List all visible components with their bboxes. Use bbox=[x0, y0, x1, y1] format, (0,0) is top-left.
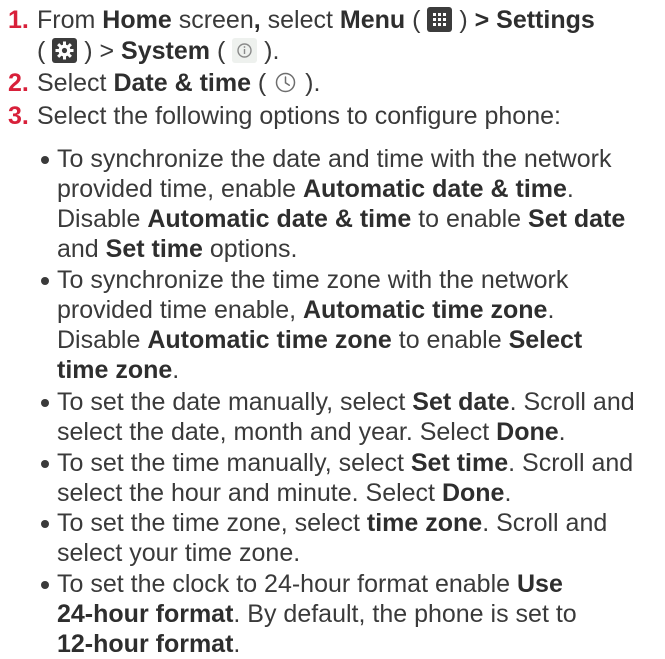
automatic-time-zone-term: Automatic time zone bbox=[147, 326, 392, 354]
item-text: Disable bbox=[57, 205, 148, 233]
set-date-term: Set date bbox=[528, 205, 626, 233]
item-line: Disable Automatic time zone to enable Se… bbox=[57, 326, 582, 355]
item-text: . Scroll and bbox=[509, 388, 635, 416]
item-text: To set the time zone, select bbox=[57, 509, 367, 537]
item-line: provided time, enable Automatic date & t… bbox=[57, 175, 574, 204]
step-text: select bbox=[260, 6, 340, 34]
step-number: 3. bbox=[8, 102, 29, 130]
item-text: To set the time manually, select bbox=[57, 449, 411, 477]
item-line: select the date, month and year. Select … bbox=[57, 418, 566, 447]
item-line: 24-hour format. By default, the phone is… bbox=[57, 600, 577, 629]
item-text: and bbox=[57, 235, 106, 263]
date-time-term: Date & time bbox=[113, 69, 251, 97]
item-text: select the hour and minute. Select bbox=[57, 479, 442, 507]
bullet-dot bbox=[41, 520, 49, 528]
item-text: to enable bbox=[391, 326, 509, 354]
item-line: time zone. bbox=[57, 356, 179, 385]
gear-icon bbox=[52, 37, 78, 63]
bullet-dot bbox=[41, 399, 49, 407]
use-24-hour-term: 24-hour format bbox=[57, 600, 234, 628]
step-text: ) > bbox=[77, 37, 122, 65]
bullet-dot bbox=[41, 277, 49, 285]
menu-term: Menu bbox=[339, 6, 406, 34]
step-text: ( bbox=[405, 6, 428, 34]
select-time-zone-term: Select bbox=[508, 326, 583, 354]
item-line: To synchronize the date and time with th… bbox=[57, 145, 612, 173]
step-number: 1. bbox=[8, 6, 29, 34]
item-line: To synchronize the time zone with the ne… bbox=[57, 266, 569, 294]
bullet-dot bbox=[41, 156, 49, 164]
automatic-date-time-term: Automatic date & time bbox=[147, 205, 412, 233]
item-text: . bbox=[566, 175, 574, 203]
done-term: Done bbox=[441, 479, 505, 507]
step-comma: , bbox=[253, 6, 261, 34]
item-text: select the date, month and year. Select bbox=[57, 418, 497, 446]
item-line: To set the clock to 24-hour format enabl… bbox=[57, 570, 563, 599]
step-1-line-2: ( ) > System ( ). bbox=[37, 37, 279, 66]
done-term: Done bbox=[496, 418, 559, 446]
item-line: To set the date manually, select Set dat… bbox=[57, 388, 635, 417]
item-line: select the hour and minute. Select Done. bbox=[57, 479, 511, 508]
step-text: ( bbox=[37, 37, 53, 65]
12-hour-format-term: 12-hour format bbox=[57, 630, 234, 658]
step-3-line-1: Select the following options to configur… bbox=[37, 102, 561, 130]
step-number: 2. bbox=[8, 69, 29, 97]
instructions-document: 1. From Home screen, select Menu ( ) > S… bbox=[0, 0, 665, 658]
automatic-time-zone-term: Automatic time zone bbox=[302, 296, 548, 324]
item-line: Disable Automatic date & time to enable … bbox=[57, 205, 625, 234]
step-text: Select bbox=[37, 69, 114, 97]
clock-icon bbox=[273, 70, 298, 95]
item-text: options. bbox=[202, 235, 298, 263]
item-text: to enable bbox=[411, 205, 529, 233]
item-text: To set the clock to 24-hour format enabl… bbox=[57, 570, 517, 598]
item-line: To set the time manually, select Set tim… bbox=[57, 449, 633, 478]
set-time-term: Set time bbox=[105, 235, 203, 263]
use-24-hour-term: Use bbox=[516, 570, 563, 598]
item-line: and Set time options. bbox=[57, 235, 297, 264]
item-line: To set the time zone, select time zone. … bbox=[57, 509, 607, 538]
step-text: From bbox=[37, 6, 103, 34]
set-time-term: Set time bbox=[410, 449, 509, 477]
home-term: Home bbox=[102, 6, 172, 34]
item-text: To set the date manually, select bbox=[57, 388, 413, 416]
item-text: Disable bbox=[57, 326, 148, 354]
bullet-dot bbox=[41, 460, 49, 468]
time-zone-term: time zone bbox=[366, 509, 483, 537]
step-1-line-1: From Home screen, select Menu ( ) > Sett… bbox=[37, 6, 595, 35]
step-text: ). bbox=[298, 69, 321, 97]
system-term: System bbox=[121, 37, 210, 65]
set-date-term: Set date bbox=[412, 388, 510, 416]
item-text: provided time enable, bbox=[57, 296, 303, 324]
item-line: select your time zone. bbox=[57, 539, 301, 567]
step-text: ) bbox=[452, 6, 475, 34]
item-text: . Scroll and bbox=[508, 449, 634, 477]
item-text: provided time, enable bbox=[57, 175, 303, 203]
item-line: 12-hour format. bbox=[57, 630, 240, 659]
item-text: . bbox=[504, 479, 512, 507]
step-text: screen bbox=[171, 6, 254, 34]
info-icon bbox=[232, 37, 258, 63]
item-text: . bbox=[558, 418, 566, 446]
step-2-line-1: Select Date & time ( ). bbox=[37, 69, 320, 98]
item-text: . bbox=[172, 356, 180, 384]
item-text: . bbox=[547, 296, 555, 324]
item-text: . bbox=[233, 630, 241, 658]
step-text: ). bbox=[257, 37, 280, 65]
item-text: . Scroll and bbox=[482, 509, 608, 537]
grid-icon bbox=[427, 6, 453, 32]
step-text: ( bbox=[250, 69, 274, 97]
select-time-zone-term: time zone bbox=[57, 356, 173, 384]
bullet-dot bbox=[41, 581, 49, 589]
settings-term: > Settings bbox=[474, 6, 595, 34]
step-text: ( bbox=[210, 37, 233, 65]
item-text: . By default, the phone is set to bbox=[233, 600, 577, 628]
item-line: provided time enable, Automatic time zon… bbox=[57, 296, 554, 325]
automatic-date-time-term: Automatic date & time bbox=[302, 175, 567, 203]
